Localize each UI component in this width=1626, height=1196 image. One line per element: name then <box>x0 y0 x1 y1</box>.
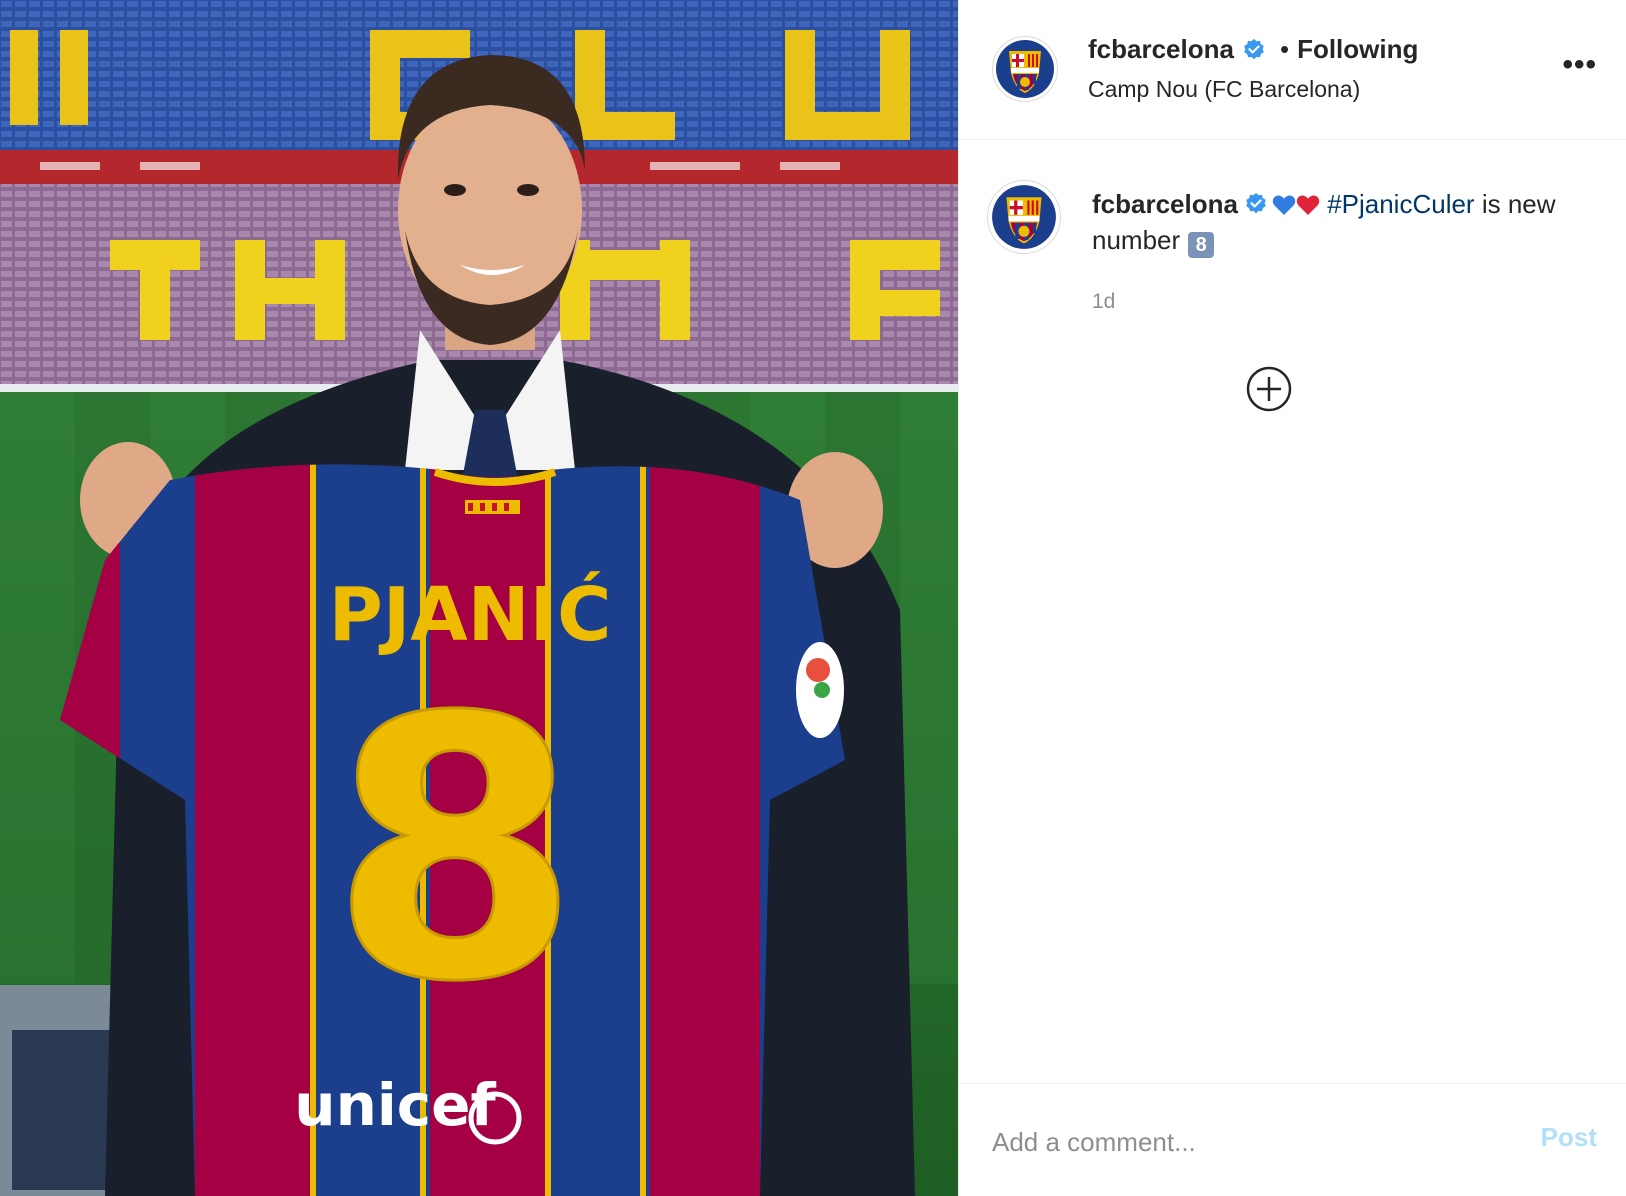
blue-heart-icon <box>1272 195 1296 215</box>
fcb-crest-icon <box>992 185 1056 249</box>
jersey-sponsor: unicef <box>294 1071 496 1139</box>
header-username[interactable]: fcbarcelona <box>1088 34 1234 65</box>
post-timestamp[interactable]: 1d <box>1092 290 1115 314</box>
post-comment-button[interactable]: Post <box>1541 1122 1597 1153</box>
more-options-icon[interactable]: ••• <box>1562 50 1597 80</box>
post-photo[interactable]: PJANIĆ 8 unicef <box>0 0 958 1196</box>
comment-bar: Post <box>959 1083 1626 1196</box>
header-user-row: fcbarcelona • Following <box>1088 34 1418 65</box>
post-location[interactable]: Camp Nou (FC Barcelona) <box>1088 76 1360 103</box>
post-container: PJANIĆ 8 unicef fcbarcelona • Following … <box>0 0 1626 1196</box>
post-sidebar: fcbarcelona • Following Camp Nou (FC Bar… <box>958 0 1626 1196</box>
keycap-eight-icon: 8 <box>1188 232 1215 258</box>
plus-circle-icon[interactable] <box>1245 365 1293 413</box>
post-header: fcbarcelona • Following Camp Nou (FC Bar… <box>959 0 1626 140</box>
post-photo-illustration: PJANIĆ 8 unicef <box>0 0 958 1196</box>
verified-badge-icon <box>1244 38 1264 59</box>
verified-badge-icon <box>1246 193 1266 214</box>
fcb-crest-icon <box>996 40 1054 98</box>
header-separator: • <box>1279 34 1290 64</box>
jersey-number: 8 <box>330 641 581 1060</box>
following-button[interactable]: Following <box>1297 34 1418 65</box>
caption-hashtag[interactable]: #PjanicCuler <box>1327 189 1474 219</box>
caption-username[interactable]: fcbarcelona <box>1092 189 1238 219</box>
avatar[interactable] <box>992 36 1058 102</box>
red-heart-icon <box>1296 195 1320 215</box>
comment-input[interactable] <box>992 1122 1472 1162</box>
caption-text: fcbarcelona #PjanicCuler is new number 8 <box>1092 186 1592 258</box>
caption-avatar[interactable] <box>987 180 1061 254</box>
